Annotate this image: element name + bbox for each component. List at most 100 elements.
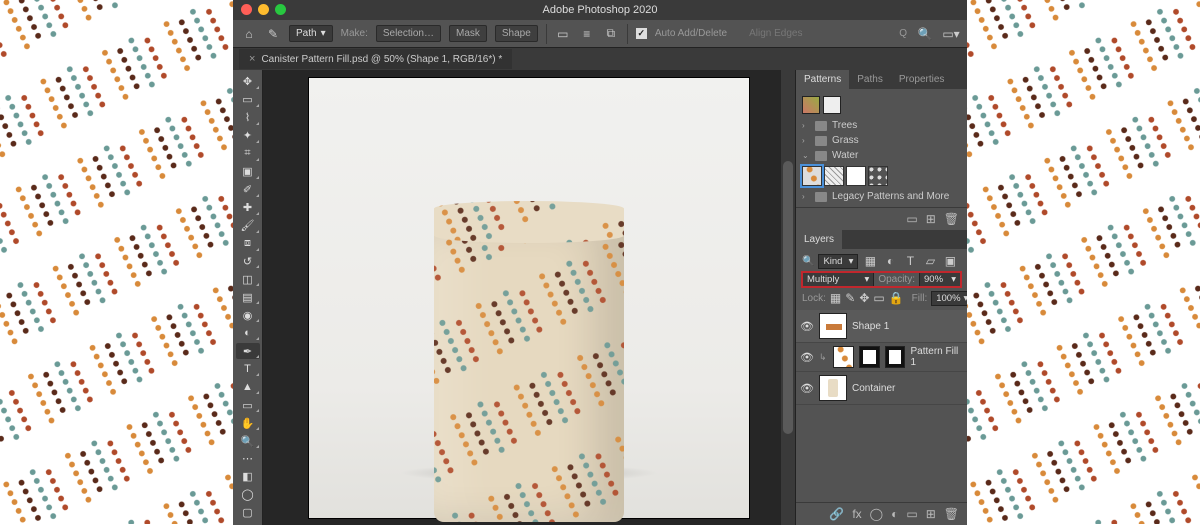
canvas-area[interactable] [263,70,795,525]
filter-smart-icon[interactable]: ▣ [942,253,958,269]
type-tool[interactable]: T [236,361,260,377]
layer-mask-icon[interactable]: ◯ [870,507,883,521]
layer-row-patternfill1[interactable]: 👁 ↳ Pattern Fill 1 [796,343,967,372]
zoom-tool[interactable]: 🔍 [236,433,260,449]
filter-shape-icon[interactable]: ▱ [922,253,938,269]
lock-all-icon[interactable]: 🔒 [889,290,904,306]
move-tool[interactable]: ✥ [236,74,260,90]
delete-pattern-icon[interactable]: 🗑 [944,212,959,226]
edit-toolbar-tool[interactable]: ⋯ [236,451,260,467]
healing-brush-tool[interactable]: ✚ [236,200,260,216]
pattern-folder-trees[interactable]: ›Trees [796,118,967,133]
path-arrangement-icon[interactable]: ⧉ [603,26,619,42]
quick-mask-tool[interactable]: ◯ [236,487,260,503]
layer-thumbnail[interactable] [819,313,847,339]
delete-layer-icon[interactable]: 🗑 [944,507,959,521]
layer-mask-thumbnail[interactable] [859,346,880,368]
eyedropper-tool[interactable]: ✐ [236,182,260,198]
pattern-swatch[interactable] [802,96,820,114]
link-layers-icon[interactable]: 🔗 [829,507,844,521]
pattern-folder-water[interactable]: ⌄Water [796,148,967,163]
history-brush-tool[interactable]: ↺ [236,254,260,270]
lock-pixels-icon[interactable]: ✎ [845,290,855,306]
new-pattern-icon[interactable]: ⊞ [926,212,936,226]
new-group-icon[interactable]: ▭ [906,507,917,521]
pattern-thumbnail[interactable] [802,166,822,186]
pen-tool[interactable]: ✒ [236,343,260,359]
crop-tool[interactable]: ⌗ [236,146,260,162]
canvas-vertical-scrollbar[interactable] [781,70,795,525]
pattern-folder-legacy[interactable]: ›Legacy Patterns and More [796,189,967,204]
tab-patterns[interactable]: Patterns [796,70,849,89]
home-icon[interactable]: ⌂ [241,26,257,42]
layer-name[interactable]: Shape 1 [852,321,889,332]
search-icon[interactable]: 🔍 [917,26,933,42]
clone-stamp-tool[interactable]: ⧈ [236,236,260,252]
layer-name[interactable]: Pattern Fill 1 [910,346,963,368]
decorative-pattern-right [967,0,1200,525]
layer-filter-kind-dropdown[interactable]: Kind▾ [818,254,858,269]
rectangle-tool[interactable]: ▭ [236,397,260,413]
pattern-thumbnail[interactable] [846,166,866,186]
layer-row-container[interactable]: 👁 Container [796,372,967,405]
right-panel-dock: Patterns Paths Properties ›Trees ›Grass … [795,70,967,525]
path-select-tool[interactable]: ▲ [236,379,260,395]
dodge-tool[interactable]: ◐ [236,325,260,341]
blur-tool[interactable]: ◉ [236,307,260,323]
filter-kind-icon[interactable]: 🔍 [802,256,814,267]
visibility-toggle-icon[interactable]: 👁 [800,320,814,333]
filter-pixel-icon[interactable]: ▦ [862,253,878,269]
make-selection-button[interactable]: Selection… [376,25,441,42]
make-shape-button[interactable]: Shape [495,25,538,42]
screen-mode-tool[interactable]: ▢ [236,505,260,521]
workspace-switcher-icon[interactable]: ▭▾ [943,26,959,42]
eraser-tool[interactable]: ◫ [236,271,260,287]
pattern-thumbnail[interactable] [824,166,844,186]
layer-row-shape1[interactable]: 👁 Shape 1 [796,310,967,343]
tab-paths[interactable]: Paths [849,70,891,89]
document-canvas[interactable] [309,78,749,518]
marquee-tool[interactable]: ▭ [236,92,260,108]
path-alignment-icon[interactable]: ≡ [579,26,595,42]
path-mode-dropdown[interactable]: Path▾ [289,25,333,42]
lock-artboard-icon[interactable]: ▭ [873,290,884,306]
pen-tool-preset-icon[interactable]: ✎ [265,26,281,42]
layer-style-icon[interactable]: fx [852,507,861,521]
lock-position-icon[interactable]: ✥ [859,290,869,306]
document-tab[interactable]: × Canister Pattern Fill.psd @ 50% (Shape… [239,49,512,69]
pattern-swatch[interactable] [823,96,841,114]
hand-tool[interactable]: ✋ [236,415,260,431]
tab-layers[interactable]: Layers [796,230,842,249]
close-tab-icon[interactable]: × [249,53,255,65]
auto-add-delete-checkbox[interactable]: ✓ [636,28,647,39]
path-operations-icon[interactable]: ▭ [555,26,571,42]
lasso-tool[interactable]: ⌇ [236,110,260,126]
visibility-toggle-icon[interactable]: 👁 [800,382,814,395]
filter-adjust-icon[interactable]: ◐ [882,253,898,269]
foreground-background-tool[interactable]: ◧ [236,469,260,485]
opacity-input[interactable]: 90%▾ [919,272,961,287]
minimize-window-button[interactable] [258,4,269,15]
quick-select-tool[interactable]: ✦ [236,128,260,144]
lock-transparency-icon[interactable]: ▦ [830,290,841,306]
adjustment-layer-icon[interactable]: ◐ [891,507,898,521]
layer-name[interactable]: Container [852,383,895,394]
layer-thumbnail[interactable] [819,375,847,401]
blend-mode-dropdown[interactable]: Multiply▾ [802,272,874,287]
frame-tool[interactable]: ▣ [236,164,260,180]
layer-mask-thumbnail[interactable] [885,346,906,368]
tab-properties[interactable]: Properties [891,70,953,89]
filter-type-icon[interactable]: T [902,253,918,269]
brush-tool[interactable]: 🖌 [236,218,260,234]
new-layer-icon[interactable]: ⊞ [926,507,936,521]
layer-thumbnail[interactable] [833,346,854,368]
visibility-toggle-icon[interactable]: 👁 [800,351,814,364]
pattern-folder-grass[interactable]: ›Grass [796,133,967,148]
close-window-button[interactable] [241,4,252,15]
gradient-tool[interactable]: ▤ [236,289,260,305]
make-label: Make: [341,28,368,39]
new-folder-icon[interactable]: ▭ [906,212,917,226]
make-mask-button[interactable]: Mask [449,25,487,42]
pattern-thumbnail[interactable] [868,166,888,186]
maximize-window-button[interactable] [275,4,286,15]
